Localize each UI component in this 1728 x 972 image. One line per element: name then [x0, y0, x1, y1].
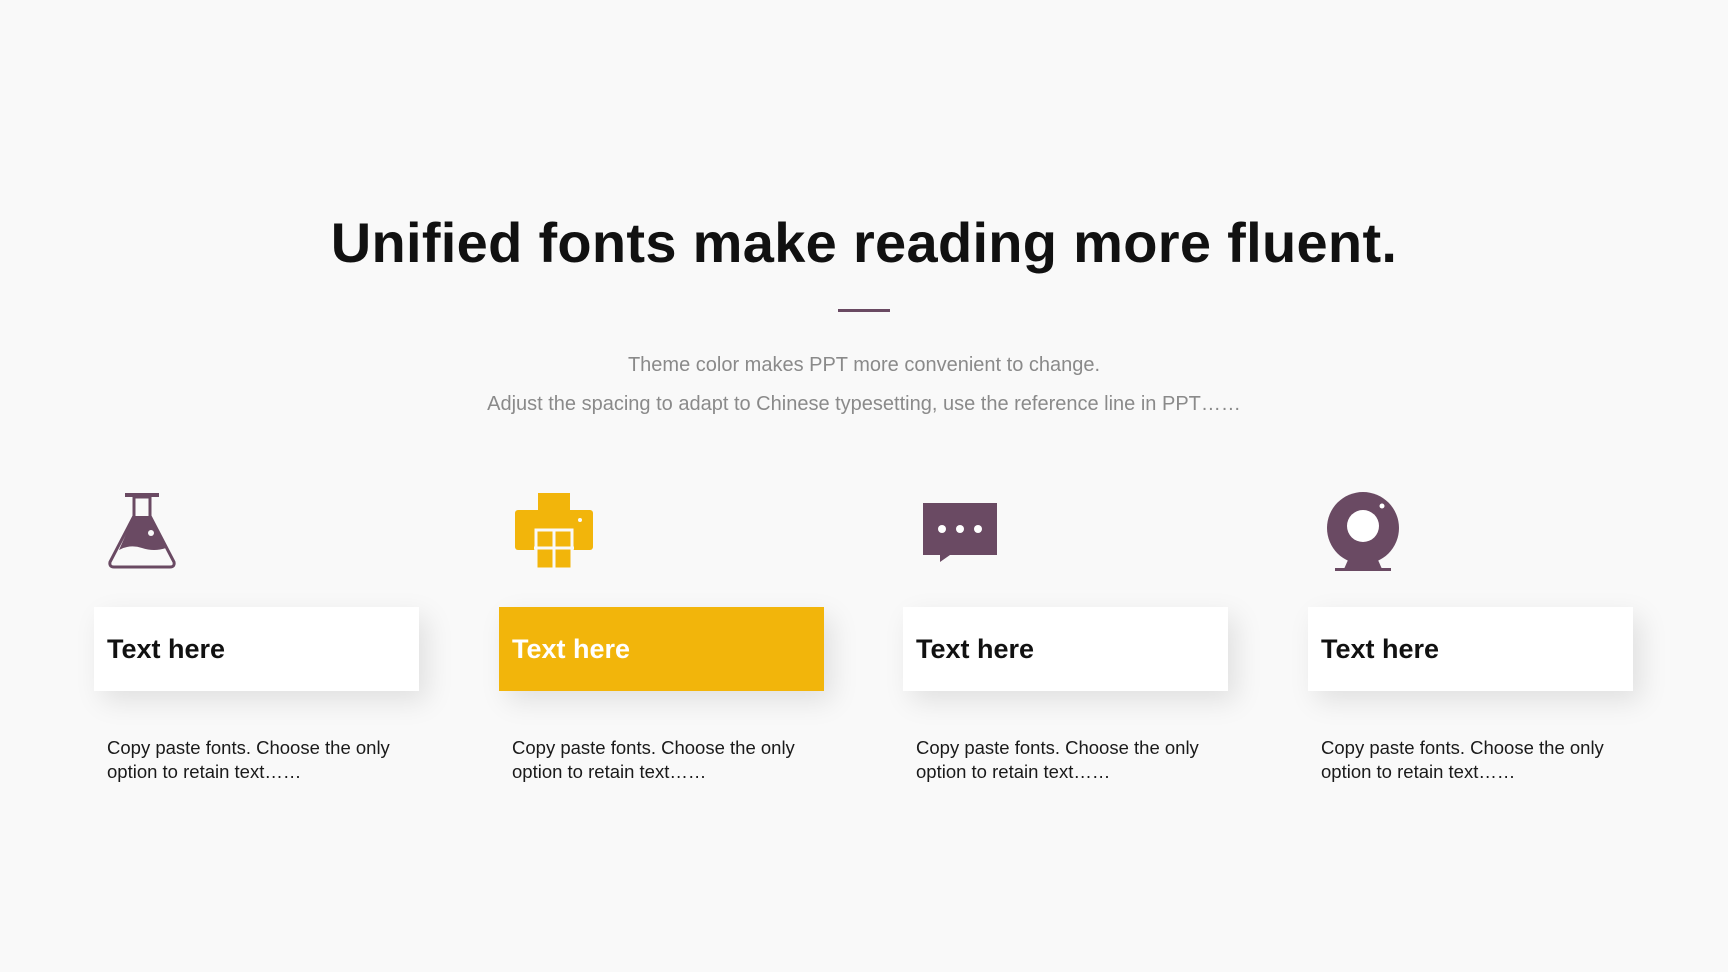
feature-card-3: Text here — [903, 607, 1228, 691]
webcam-icon — [1326, 490, 1400, 572]
feature-card-4: Text here — [1308, 607, 1633, 691]
feature-card-2-highlighted: Text here — [499, 607, 824, 691]
subtitle-line-1: Theme color makes PPT more convenient to… — [627, 354, 1101, 376]
subtitle-line-2: Adjust the spacing to adapt to Chinese t… — [487, 393, 1241, 415]
feature-description-3: Copy paste fonts. Choose the only option… — [916, 737, 1199, 782]
feature-description-1: Copy paste fonts. Choose the only option… — [107, 737, 390, 782]
page-title: Unified fonts make reading more fluent. — [330, 211, 1398, 274]
feature-description-2: Copy paste fonts. Choose the only option… — [512, 737, 795, 782]
feature-card-label: Text here — [512, 634, 631, 664]
feature-card-label: Text here — [916, 634, 1035, 664]
flask-icon — [106, 490, 178, 570]
chat-bubble-icon — [922, 490, 998, 570]
feature-description-4: Copy paste fonts. Choose the only option… — [1321, 737, 1604, 782]
printer-icon — [514, 490, 594, 570]
slide: Unified fonts make reading more fluent. … — [0, 0, 1728, 972]
title-divider — [838, 309, 890, 312]
feature-card-1: Text here — [94, 607, 419, 691]
feature-card-label: Text here — [107, 634, 226, 664]
feature-card-label: Text here — [1321, 634, 1440, 664]
